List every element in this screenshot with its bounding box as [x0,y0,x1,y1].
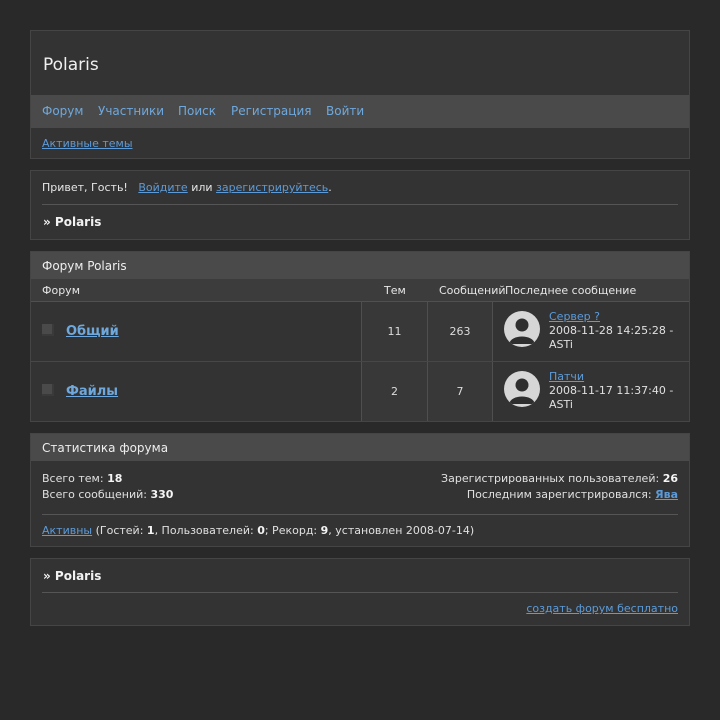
record-label: ; Рекорд: [264,524,318,537]
table-row: Общий 11 263 Сервер ? 2008-11-28 14:25:2… [31,302,689,362]
stats-header: Статистика форума [31,434,689,461]
login-link[interactable]: Войдите [138,181,187,194]
topics-count: 11 [387,325,402,338]
or-text: или [191,181,213,194]
col-forum: Форум [42,284,80,297]
total-posts: Всего сообщений: 330 [42,488,173,501]
last-post-date: 2008-11-17 11:37:40 - [549,384,674,397]
last-post-cell: Сервер ? 2008-11-28 14:25:28 - ASTi [493,302,689,361]
forum-cell: Общий [31,302,362,361]
active-topics-link[interactable]: Активные темы [42,137,133,150]
period-text: . [328,181,332,194]
last-post-link[interactable]: Сервер ? [549,310,600,323]
col-last-post: Последнее сообщение [505,284,637,297]
total-topics-label: Всего тем: [42,472,104,485]
total-topics-value: 18 [107,472,123,485]
breadcrumb: » Polaris [43,569,102,583]
registered-label: Зарегистрированных пользователей: [441,472,660,485]
nav-item-login[interactable]: Войти [326,104,364,118]
last-registered: Последним зарегистрировался: Ява [467,488,678,501]
forum-link[interactable]: Общий [66,324,119,339]
divider [42,514,678,515]
forum-cell: Файлы [31,362,362,421]
last-post-date: 2008-11-28 14:25:28 - [549,324,674,337]
col-topics: Тем [384,284,406,297]
active-users-line: Активны (Гостей: 1, Пользователей: 0; Ре… [42,524,474,537]
last-post-author: ASTi [549,398,573,411]
guests-label: (Гостей: [95,524,144,537]
users-value: 0 [257,524,265,537]
forum-table: Форум Polaris Форум Тем Сообщений Послед… [30,251,690,422]
divider [42,204,678,205]
last-registered-label: Последним зарегистрировался: [466,488,652,501]
posts-cell: 7 [428,362,493,421]
breadcrumb: » Polaris [43,215,102,229]
total-posts-label: Всего сообщений: [42,488,147,501]
forum-table-header: Форум Polaris [31,252,689,279]
column-headers: Форум Тем Сообщений Последнее сообщение [31,279,689,302]
last-registered-user-link[interactable]: Ява [655,488,678,501]
nav-item-members[interactable]: Участники [98,104,164,118]
welcome-line: Привет, Гость! Войдите или зарегистрируй… [42,181,332,194]
record-tail: , установлен 2008-07-14) [328,524,475,537]
last-post-link[interactable]: Патчи [549,370,584,383]
welcome-box: Привет, Гость! Войдите или зарегистрируй… [30,170,690,240]
active-users-link[interactable]: Активны [42,524,92,537]
create-forum-link[interactable]: создать форум бесплатно [526,602,678,615]
col-posts: Сообщений [439,284,506,297]
last-post-cell: Патчи 2008-11-17 11:37:40 - ASTi [493,362,689,421]
topics-count: 2 [391,385,398,398]
nav-item-register[interactable]: Регистрация [231,104,311,118]
forum-status-icon [42,324,54,336]
user-avatar-icon [504,311,540,347]
total-topics: Всего тем: 18 [42,472,122,485]
registered-users: Зарегистрированных пользователей: 26 [441,472,678,485]
last-post-author: ASTi [549,338,573,351]
total-posts-value: 330 [150,488,174,501]
register-link[interactable]: зарегистрируйтесь [216,181,328,194]
last-post-meta: 2008-11-28 14:25:28 - ASTi [549,324,685,352]
site-header: Polaris Форум Участники Поиск Регистраци… [30,30,690,159]
forum-status-icon [42,384,54,396]
posts-count: 263 [449,325,471,338]
users-label: , Пользователей: [154,524,254,537]
posts-cell: 263 [428,302,493,361]
greeting-text: Привет, Гость! [42,181,128,194]
topics-cell: 11 [362,302,428,361]
main-nav: Форум Участники Поиск Регистрация Войти [31,95,689,128]
table-row: Файлы 2 7 Патчи 2008-11-17 11:37:40 - AS… [31,362,689,422]
last-post-meta: 2008-11-17 11:37:40 - ASTi [549,384,685,412]
guests-value: 1 [146,524,155,537]
user-avatar-icon [504,371,540,407]
divider [42,592,678,593]
topics-cell: 2 [362,362,428,421]
forum-table-title: Форум Polaris [42,259,127,273]
posts-count: 7 [456,385,464,398]
registered-value: 26 [662,472,678,485]
footer-box: » Polaris создать форум бесплатно [30,558,690,626]
nav-item-search[interactable]: Поиск [178,104,216,118]
nav-item-forum[interactable]: Форум [42,104,83,118]
stats-title: Статистика форума [42,441,169,455]
site-title: Polaris [43,55,99,75]
forum-stats: Статистика форума Всего тем: 18 Всего со… [30,433,690,547]
forum-link[interactable]: Файлы [66,384,118,399]
